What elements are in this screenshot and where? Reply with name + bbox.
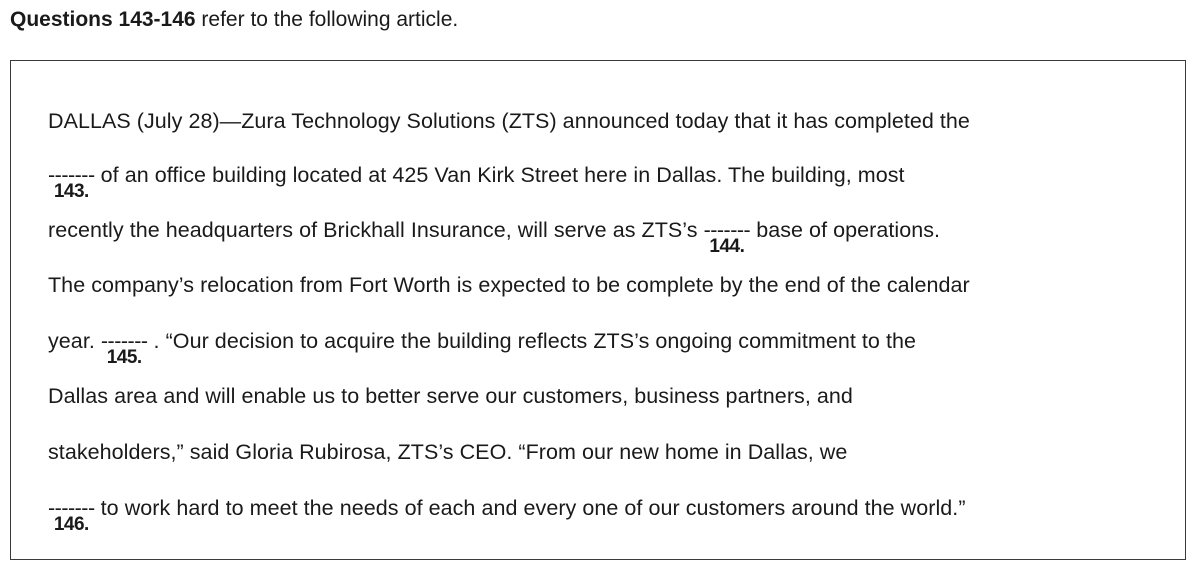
article-line-3: recently the headquarters of Brickhall I… xyxy=(48,216,941,257)
answer-blank-143[interactable]: ------- 143. xyxy=(48,161,95,202)
article-line-7: stakeholders,” said Gloria Rubirosa, ZTS… xyxy=(48,440,848,464)
answer-blank-146[interactable]: ------- 146. xyxy=(48,494,95,535)
answer-blank-144[interactable]: ------- 144. xyxy=(704,216,751,257)
article-line-2-text: of an office building located at 425 Van… xyxy=(94,163,905,187)
question-number-145: 145. xyxy=(106,347,142,368)
question-range: Questions 143-146 xyxy=(10,8,196,31)
article-line-4: The company’s relocation from Fort Worth… xyxy=(48,273,970,297)
article-line-2: ------- 143. of an office building locate… xyxy=(48,161,905,202)
question-number-143: 143. xyxy=(53,181,89,202)
article-line-8-text: to work hard to meet the needs of each a… xyxy=(94,496,966,520)
article-line-3-tail: base of operations. xyxy=(750,218,941,242)
question-number-144: 144. xyxy=(709,236,745,257)
article-line-5-tail: . “Our decision to acquire the building … xyxy=(147,329,916,353)
question-number-146: 146. xyxy=(53,514,89,535)
answer-blank-145[interactable]: ------- 145. xyxy=(101,327,148,368)
instructions-header: Questions 143-146 refer to the following… xyxy=(10,6,458,34)
article-line-3-text: recently the headquarters of Brickhall I… xyxy=(48,218,704,242)
article-line-6: Dallas area and will enable us to better… xyxy=(48,384,853,408)
article-line-8: ------- 146. to work hard to meet the nee… xyxy=(48,494,966,535)
article-line-1: DALLAS (July 28)—Zura Technology Solutio… xyxy=(48,109,970,133)
article-line-5: year. ------- 145. . “Our decision to acq… xyxy=(48,327,916,368)
article-box: DALLAS (July 28)—Zura Technology Solutio… xyxy=(10,60,1186,560)
article-line-5-text: year. xyxy=(48,329,101,353)
instructions-text: refer to the following article. xyxy=(195,8,459,31)
